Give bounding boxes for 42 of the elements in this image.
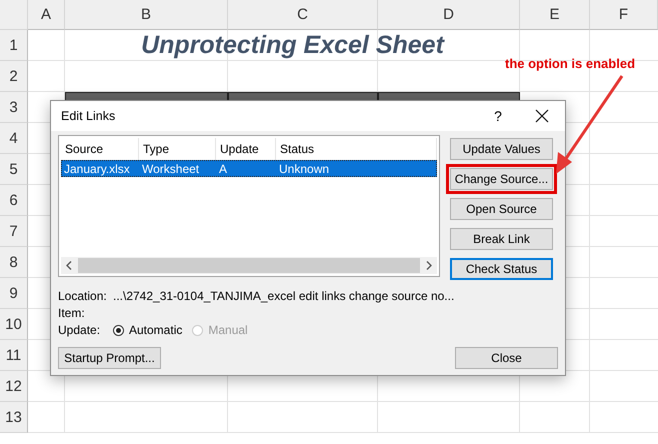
column-header[interactable]: C [228,0,378,30]
row-header[interactable]: 8 [0,247,28,278]
dialog-title: Edit Links [61,109,116,123]
row-header[interactable]: 11 [0,340,28,371]
dialog-button[interactable]: Change Source... [450,168,553,190]
column-header[interactable]: D [378,0,520,30]
column-header[interactable]: F [590,0,658,30]
update-label: Update: [58,323,102,337]
row-header[interactable]: 10 [0,309,28,340]
close-icon[interactable] [535,109,549,123]
annotation-text: the option is enabled [505,56,636,71]
column-header[interactable]: E [520,0,590,30]
list-cell-text: January.xlsx [63,160,131,177]
column-header[interactable]: A [28,0,65,30]
startup-prompt-button[interactable]: Startup Prompt... [58,347,161,369]
update-radio[interactable]: Automatic [113,323,182,337]
location-value: ...\2742_31-0104_TANJIMA_excel edit links change source no... [113,289,454,303]
list-cell-text: A [218,160,228,177]
list-cell-text: Unknown [278,160,330,177]
dialog-button[interactable]: Check Status [450,258,553,280]
row-header[interactable]: 12 [0,371,28,402]
row-header[interactable]: 4 [0,123,28,154]
row-header[interactable]: 2 [0,61,28,92]
dialog-button[interactable]: Open Source [450,198,553,220]
row-header[interactable]: 9 [0,278,28,309]
location-label: Location: [58,289,108,303]
row-header[interactable]: 13 [0,402,28,433]
row-header[interactable]: 1 [0,30,28,61]
column-header[interactable]: B [65,0,228,30]
list-cell-text: Worksheet [141,160,200,177]
row-header[interactable]: 5 [0,154,28,185]
help-button[interactable]: ? [475,108,521,124]
item-label: Item: [58,306,86,320]
row-header[interactable]: 3 [0,92,28,123]
row-header[interactable]: 7 [0,216,28,247]
dialog-button[interactable]: Update Values [450,138,553,160]
horizontal-scrollbar[interactable] [61,257,437,274]
close-button[interactable]: Close [455,347,558,369]
row-header[interactable]: 6 [0,185,28,216]
sheet-title: Unprotecting Excel Sheet [141,31,444,60]
link-row[interactable]: January.xlsx Worksheet A Unknown [61,160,437,177]
dialog-button[interactable]: Break Link [450,228,553,250]
